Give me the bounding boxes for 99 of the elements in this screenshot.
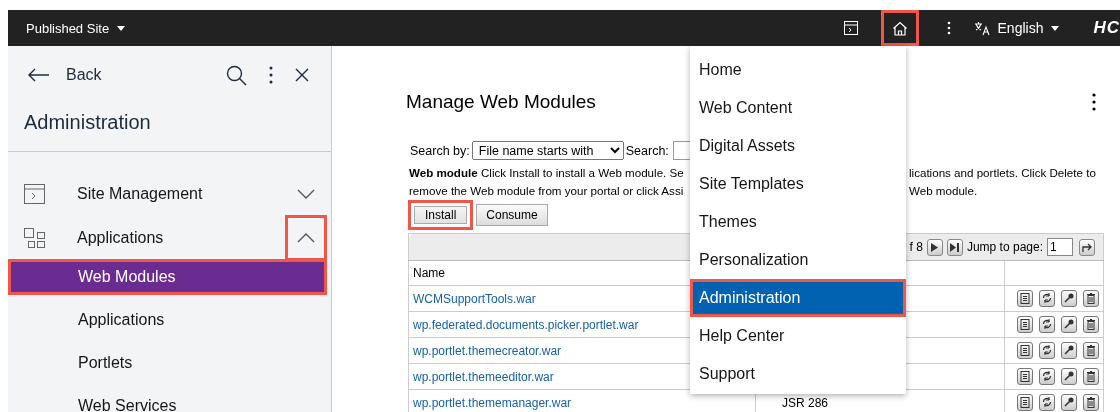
action-button[interactable]: Consume	[476, 204, 548, 226]
key-icon	[1063, 396, 1075, 409]
table-cell: JSR 286	[782, 395, 829, 410]
trash-icon	[1085, 318, 1097, 331]
refresh-icon	[1041, 396, 1053, 409]
home-icon	[891, 20, 908, 36]
row-action-button[interactable]	[1017, 316, 1033, 333]
menu-item[interactable]: Support	[690, 355, 906, 393]
refresh-icon	[1041, 344, 1053, 357]
row-action-button[interactable]	[1039, 368, 1055, 385]
page-count: f 8	[909, 240, 923, 254]
row-action-button[interactable]	[1083, 290, 1099, 307]
home-button[interactable]	[880, 10, 919, 46]
grid-icon	[24, 227, 45, 248]
nav-item[interactable]: Web Modules	[8, 259, 327, 295]
nav-item[interactable]: Portlets	[8, 345, 327, 381]
row-action-button[interactable]	[1061, 316, 1077, 333]
row-action-button[interactable]	[1039, 342, 1055, 359]
description-text: lications and portlets. Click Delete to	[909, 165, 1097, 181]
back-arrow-icon	[28, 68, 50, 82]
nav-section[interactable]: Site Management	[77, 184, 285, 203]
play-icon	[931, 242, 939, 252]
chevron-icon	[297, 232, 315, 243]
logo: HC	[1093, 18, 1120, 38]
trash-icon	[1085, 370, 1097, 383]
description-text: Web module Click Install to install a Web module. Se	[409, 165, 685, 181]
trash-icon	[1085, 396, 1097, 409]
row-action-button[interactable]	[1017, 394, 1033, 411]
row-action-button[interactable]	[1061, 290, 1077, 307]
row-action-button[interactable]	[1083, 316, 1099, 333]
console-icon	[843, 21, 858, 35]
kebab-icon	[269, 66, 273, 84]
row-action-button[interactable]	[1061, 394, 1077, 411]
caret-icon	[1051, 25, 1060, 31]
trash-icon	[1085, 344, 1097, 357]
details-icon	[1019, 292, 1031, 305]
menu-item[interactable]: Digital Assets	[690, 127, 906, 165]
refresh-icon	[1041, 318, 1053, 331]
caret-icon	[117, 25, 126, 31]
trash-icon	[1085, 292, 1097, 305]
page-title: Manage Web Modules	[406, 91, 596, 113]
panel-title: Administration	[8, 104, 331, 152]
row-action-button[interactable]	[1061, 368, 1077, 385]
translate-icon	[973, 20, 990, 36]
details-icon	[1019, 396, 1031, 409]
language-switcher[interactable]: English	[973, 16, 1060, 40]
module-link[interactable]: wp.portlet.themeeditor.war	[413, 369, 554, 384]
menu-item[interactable]: Themes	[690, 203, 906, 241]
nav-section[interactable]: Applications	[77, 228, 285, 247]
row-action-button[interactable]	[1083, 394, 1099, 411]
row-action-button[interactable]	[1017, 342, 1033, 359]
action-button[interactable]: Install	[408, 200, 474, 230]
expand-toggle[interactable]	[285, 214, 327, 261]
menu-item[interactable]: Web Content	[690, 89, 906, 127]
search-icon	[226, 64, 247, 86]
module-link[interactable]: WCMSupportTools.war	[413, 291, 536, 306]
menu-item[interactable]: Home	[690, 51, 906, 89]
field-label: Search:	[625, 143, 669, 158]
details-icon	[1019, 318, 1031, 331]
search-by-dropdown[interactable]: File name starts with	[471, 141, 624, 160]
nav-item[interactable]: Applications	[8, 302, 327, 338]
close-icon	[295, 68, 309, 82]
kebab-icon	[1092, 93, 1096, 111]
redo-arrow-icon	[1081, 242, 1093, 252]
row-action-button[interactable]	[1083, 368, 1099, 385]
row-action-button[interactable]	[1017, 368, 1033, 385]
details-icon	[1019, 344, 1031, 357]
refresh-icon	[1041, 370, 1053, 383]
back-button[interactable]: Back	[24, 62, 106, 88]
row-action-button[interactable]	[1039, 290, 1055, 307]
chevron-icon	[297, 188, 315, 199]
console-icon	[24, 183, 45, 204]
field-label: Search by:	[410, 143, 470, 158]
description-text: remove the Web module from your portal or click Assi	[409, 183, 685, 199]
row-action-button[interactable]	[1039, 316, 1055, 333]
row-action-button[interactable]	[1083, 342, 1099, 359]
site-switcher[interactable]: Published Site	[26, 16, 126, 40]
nav-item[interactable]: Web Services	[8, 388, 327, 412]
details-icon	[1019, 370, 1031, 383]
more-button[interactable]	[1090, 91, 1098, 113]
description-text: Web module.	[909, 183, 979, 199]
menu-item[interactable]: Help Center	[690, 317, 906, 355]
next-page-button[interactable]	[926, 238, 943, 256]
field-label: Jump to page:	[966, 240, 1043, 254]
key-icon	[1063, 370, 1075, 383]
row-action-button[interactable]	[1039, 394, 1055, 411]
last-page-button[interactable]	[946, 238, 963, 256]
go-button[interactable]	[1079, 238, 1095, 256]
page-field[interactable]: 1	[1047, 238, 1073, 256]
row-action-button[interactable]	[1061, 342, 1077, 359]
kebab-icon	[946, 21, 951, 35]
key-icon	[1063, 318, 1075, 331]
menu-item[interactable]: Administration	[690, 279, 906, 317]
skip-end-icon	[950, 242, 960, 252]
key-icon	[1063, 292, 1075, 305]
row-action-button[interactable]	[1017, 290, 1033, 307]
key-icon	[1063, 344, 1075, 357]
menu-item[interactable]: Site Templates	[690, 165, 906, 203]
refresh-icon	[1041, 292, 1053, 305]
